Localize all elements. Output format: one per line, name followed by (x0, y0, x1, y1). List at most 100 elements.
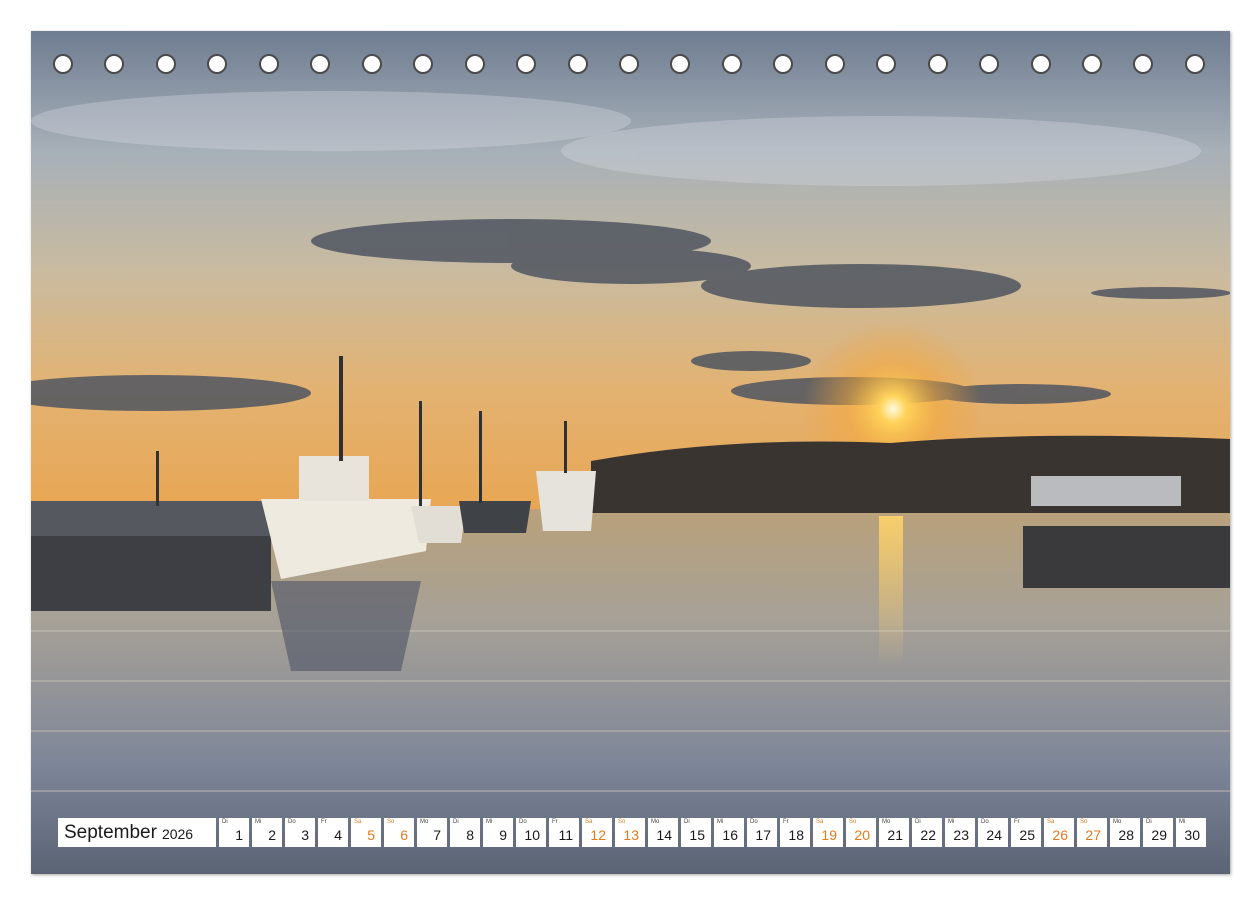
calendar-day: Do 3 (285, 818, 315, 847)
day-of-week: Mo (1113, 819, 1122, 825)
calendar-day: Di 29 (1143, 818, 1173, 847)
day-of-week: So (1080, 819, 1088, 825)
harbor-sunset-photo (31, 31, 1230, 874)
day-of-week: Sa (354, 819, 362, 825)
day-of-week: Di (915, 819, 921, 825)
day-number: 7 (433, 827, 441, 843)
day-of-week: Sa (585, 819, 593, 825)
binding-hole (1082, 54, 1102, 74)
calendar-day: Do 24 (978, 818, 1008, 847)
binding-holes (0, 0, 1260, 100)
day-of-week: Di (222, 819, 228, 825)
calendar-day: Do 10 (516, 818, 546, 847)
day-of-week: Fr (783, 819, 789, 825)
day-number: 4 (334, 827, 342, 843)
calendar-day: Mi 30 (1176, 818, 1206, 847)
binding-hole (413, 54, 434, 74)
binding-hole (258, 54, 279, 74)
calendar-day: Di 22 (912, 818, 942, 847)
day-of-week: Fr (552, 819, 558, 825)
day-number: 1 (235, 827, 243, 843)
day-number: 23 (953, 827, 969, 843)
day-number: 19 (821, 827, 837, 843)
calendar-day: Sa 5 (351, 818, 381, 847)
calendar-day: Mo 28 (1110, 818, 1140, 847)
year: 2026 (161, 826, 194, 842)
day-number: 17 (755, 827, 771, 843)
day-number: 13 (623, 827, 639, 843)
calendar-day: So 13 (615, 818, 645, 847)
day-number: 16 (722, 827, 738, 843)
binding-hole (824, 54, 845, 74)
calendar-day: Mo 21 (879, 818, 909, 847)
binding-hole (721, 54, 742, 74)
binding-hole (207, 54, 228, 74)
day-number: 26 (1052, 827, 1068, 843)
calendar-day: So 20 (846, 818, 876, 847)
day-of-week: Mi (486, 819, 493, 825)
month-label-box: September 2026 (58, 818, 216, 847)
month-name: September (64, 821, 157, 843)
day-number: 12 (590, 827, 606, 843)
calendar-day: Mi 23 (945, 818, 975, 847)
binding-hole (1184, 54, 1205, 74)
calendar-day: Mi 16 (714, 818, 744, 847)
calendar-day: Fr 18 (780, 818, 810, 847)
binding-hole (567, 54, 588, 74)
binding-hole (927, 54, 948, 74)
binding-hole (1030, 54, 1051, 74)
day-number: 25 (1019, 827, 1035, 843)
binding-hole (618, 54, 639, 74)
day-number: 11 (558, 827, 573, 843)
day-of-week: Mi (1179, 819, 1186, 825)
calendar-day: Mo 14 (648, 818, 678, 847)
calendar-day: Sa 26 (1044, 818, 1074, 847)
day-of-week: Sa (1047, 819, 1055, 825)
day-of-week: Di (684, 819, 690, 825)
binding-hole (516, 54, 537, 74)
day-number: 8 (466, 827, 474, 843)
day-of-week: Di (453, 819, 459, 825)
day-of-week: Di (1146, 819, 1152, 825)
day-of-week: So (387, 819, 395, 825)
day-of-week: Sa (816, 819, 824, 825)
day-number: 5 (367, 827, 375, 843)
calendar-day: Sa 12 (582, 818, 612, 847)
day-number: 9 (499, 827, 507, 843)
day-number: 29 (1151, 827, 1167, 843)
day-number: 18 (788, 827, 804, 843)
calendar-day: Mi 2 (252, 818, 282, 847)
day-of-week: So (618, 819, 626, 825)
binding-hole (670, 54, 691, 74)
day-of-week: Fr (321, 819, 327, 825)
binding-hole (361, 54, 382, 74)
day-number: 24 (986, 827, 1002, 843)
day-of-week: Do (288, 819, 296, 825)
day-number: 21 (887, 827, 903, 843)
calendar-strip: September 2026 Di 1 Mi 2 Do 3 Fr 4 Sa 5 So 6 Mo 7 Di 8 M… (58, 818, 1206, 847)
day-number: 3 (301, 827, 309, 843)
day-of-week: Mo (882, 819, 891, 825)
day-of-week: So (849, 819, 857, 825)
calendar-day: Sa 19 (813, 818, 843, 847)
day-of-week: Mi (948, 819, 955, 825)
day-of-week: Do (750, 819, 758, 825)
day-number: 6 (400, 827, 408, 843)
day-number: 20 (854, 827, 870, 843)
day-of-week: Do (519, 819, 527, 825)
calendar-day: Di 15 (681, 818, 711, 847)
day-of-week: Do (981, 819, 989, 825)
day-number: 10 (524, 827, 540, 843)
calendar-day: Mo 7 (417, 818, 447, 847)
calendar-day: Fr 11 (549, 818, 579, 847)
calendar-day: Do 17 (747, 818, 777, 847)
calendar-day: Mi 9 (483, 818, 513, 847)
day-number: 28 (1118, 827, 1134, 843)
day-of-week: Mo (420, 819, 429, 825)
day-number: 27 (1085, 827, 1101, 843)
day-of-week: Fr (1014, 819, 1020, 825)
day-number: 30 (1184, 827, 1200, 843)
binding-hole (104, 54, 125, 74)
day-number: 14 (656, 827, 672, 843)
binding-hole (773, 54, 794, 74)
